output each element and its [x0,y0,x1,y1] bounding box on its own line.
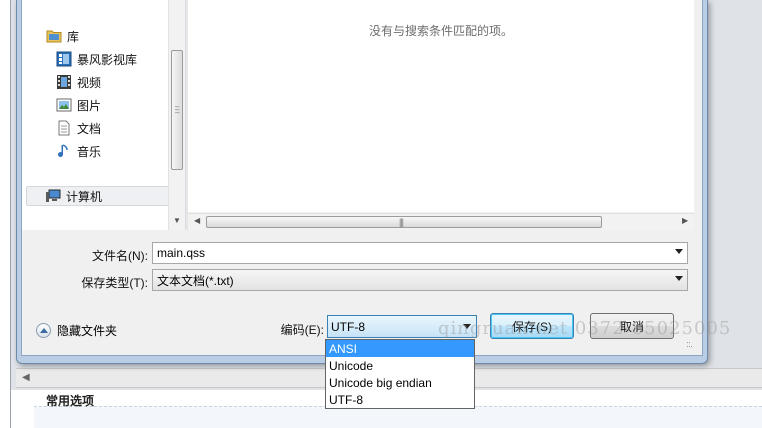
nav-item-media-library[interactable]: 暴风影视库 [56,49,137,69]
encoding-select[interactable]: UTF-8 [327,315,477,338]
nav-item-label: 暴风影视库 [77,52,138,67]
filetype-label: 保存类型(T): [81,276,148,290]
section-divider [34,406,762,428]
resize-grip-icon[interactable]: ·· ··· [686,338,693,351]
nav-item-computer[interactable]: 计算机 [26,186,184,206]
encoding-option-ansi[interactable]: ANSI [326,340,474,357]
navigation-pane: 库 暴风影视库 视频 图片 文档 音乐 计算机 ‒ ‒ ‒ ▼ [22,0,186,230]
document-icon [58,120,70,136]
chevron-down-icon[interactable] [463,324,471,329]
scrollbar-thumb[interactable]: ‒ ‒ ‒ [171,50,183,170]
nav-item-documents[interactable]: 文档 [56,118,101,138]
video-icon [57,75,71,89]
media-library-icon [56,51,72,67]
picture-icon [56,98,72,112]
scroll-left-arrow-icon[interactable]: ◀ [22,372,30,383]
scroll-right-arrow-icon[interactable]: ▶ [682,216,688,225]
nav-item-label: 视频 [77,75,102,90]
computer-icon [46,189,61,202]
scroll-down-arrow-icon[interactable]: ▼ [173,216,181,225]
nav-item-music[interactable]: 音乐 [56,141,101,161]
collapse-up-icon [36,323,51,338]
hide-folders-label: 隐藏文件夹 [57,324,118,338]
nav-item-label: 图片 [77,98,102,113]
scrollbar-thumb[interactable]: ||| [206,216,602,228]
nav-item-video[interactable]: 视频 [56,72,101,92]
chevron-down-icon[interactable] [675,249,683,254]
filename-label: 文件名(N): [92,249,148,263]
hide-folders-button[interactable]: 隐藏文件夹 [36,322,117,339]
save-as-dialog: 库 暴风影视库 视频 图片 文档 音乐 计算机 ‒ ‒ ‒ ▼ 没有与搜索条件匹… [16,0,708,364]
cancel-button[interactable]: 取消 [590,313,674,339]
section-title: 常用选项 [46,394,95,408]
encoding-dropdown-list[interactable]: ANSI Unicode Unicode big endian UTF-8 [325,339,475,409]
nav-item-label: 库 [67,29,80,44]
navigation-vertical-scrollbar[interactable]: ‒ ‒ ‒ ▼ [168,0,185,230]
nav-item-label: 音乐 [77,144,102,159]
empty-results-message: 没有与搜索条件匹配的项。 [368,24,513,38]
scroll-left-arrow-icon[interactable]: ◀ [194,216,200,225]
encoding-option-utf8[interactable]: UTF-8 [326,391,474,408]
file-list-horizontal-scrollbar[interactable]: ◀ ||| ▶ [188,213,694,230]
file-list-view[interactable]: 没有与搜索条件匹配的项。 [188,0,694,212]
filename-value: main.qss [157,246,206,260]
encoding-value: UTF-8 [331,319,365,334]
encoding-option-unicode[interactable]: Unicode [326,357,474,374]
nav-item-pictures[interactable]: 图片 [56,95,101,115]
chevron-down-icon[interactable] [675,276,683,281]
library-folder-icon [46,30,62,43]
dialog-body: 库 暴风影视库 视频 图片 文档 音乐 计算机 ‒ ‒ ‒ ▼ 没有与搜索条件匹… [21,0,703,356]
filetype-select[interactable]: 文本文档(*.txt) [152,269,688,291]
nav-item-library[interactable]: 库 [46,26,79,46]
encoding-label: 编码(E): [280,323,324,337]
nav-item-label: 文档 [77,121,102,136]
filename-input[interactable]: main.qss [152,242,688,264]
scroll-grip-icon: ||| [399,217,404,227]
encoding-option-unicode-big-endian[interactable]: Unicode big endian [326,374,474,391]
scroll-grip-icon: ‒ ‒ ‒ [175,102,180,117]
nav-item-label: 计算机 [66,189,103,204]
filetype-value: 文本文档(*.txt) [157,273,234,288]
save-button[interactable]: 保存(S) [490,313,574,339]
music-icon [58,144,68,157]
